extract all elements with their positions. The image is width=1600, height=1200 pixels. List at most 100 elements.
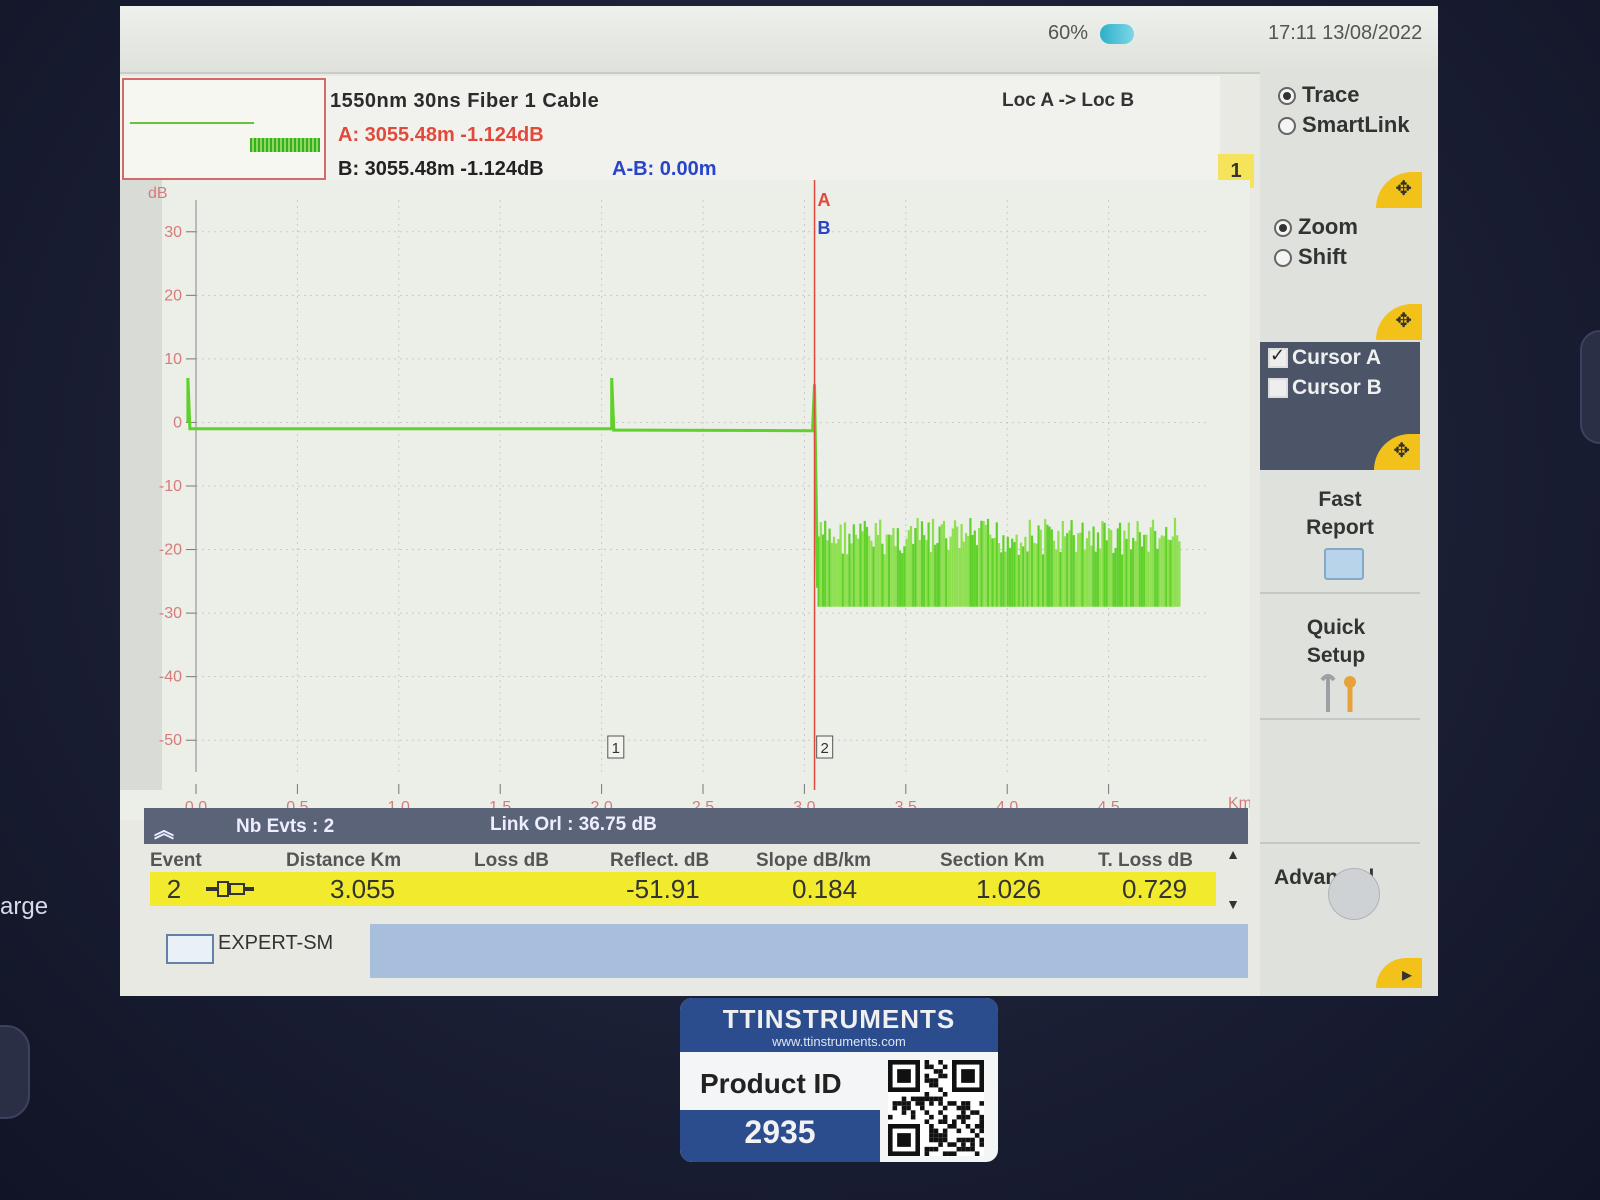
- right-hardware-knob[interactable]: [1580, 330, 1600, 444]
- event-section: 1.026: [976, 874, 1042, 904]
- status-message-bar: [370, 924, 1248, 978]
- y-tick-label: 10: [164, 351, 182, 368]
- clock-date: 17:11 13/08/2022: [1268, 22, 1423, 44]
- fast-report-label-line2: Report: [1306, 516, 1374, 539]
- y-tick-label: -40: [159, 669, 182, 686]
- cursor-label-a: A: [818, 190, 831, 210]
- y-tick-label: -50: [159, 732, 182, 749]
- trace-radio-label: Trace: [1302, 82, 1360, 107]
- col-section: Section Km: [940, 850, 1045, 871]
- radio-selected-icon: [1274, 219, 1292, 238]
- event-number: 2: [150, 872, 198, 906]
- checkbox-unchecked-icon: [1268, 378, 1288, 399]
- mode-label[interactable]: EXPERT-SM: [218, 932, 333, 955]
- y-tick-label: 20: [164, 287, 182, 304]
- cursor-delta-readout: A-B: 0.00m: [612, 158, 717, 180]
- col-distance: Distance Km: [286, 850, 402, 871]
- cursor-a-checkbox[interactable]: Cursor A: [1268, 345, 1382, 370]
- quick-setup-button[interactable]: Quick Setup: [1256, 614, 1416, 670]
- event-marker-label: 1: [612, 740, 620, 757]
- connector-event-icon: [206, 881, 254, 897]
- product-id-number: 2935: [744, 1114, 816, 1150]
- shift-radio-label: Shift: [1298, 244, 1347, 269]
- left-hardware-knob[interactable]: [0, 1025, 30, 1119]
- event-marker-label: 2: [821, 740, 829, 757]
- col-tloss: T. Loss dB: [1098, 850, 1194, 871]
- tools-icon: [1320, 674, 1356, 712]
- shift-radio[interactable]: Shift: [1274, 244, 1347, 270]
- radio-selected-icon: [1278, 87, 1296, 106]
- right-control-panel: Trace SmartLink ✥ Zoom Shift ✥ Cursor A …: [1260, 72, 1438, 996]
- event-slope: 0.184: [792, 874, 858, 904]
- qr-code-icon: [888, 1060, 984, 1156]
- thumbnail-noise-region: [250, 138, 320, 152]
- battery-percentage: 60%: [1048, 22, 1089, 44]
- next-page-icon[interactable]: ▸: [1376, 958, 1422, 988]
- y-tick-label: 0: [173, 414, 182, 431]
- otdr-mode-icon: [166, 934, 214, 964]
- panel-divider: [1260, 592, 1420, 594]
- navigate-pad-icon-1[interactable]: ✥: [1376, 172, 1422, 208]
- event-total-loss: 0.729: [1122, 874, 1188, 904]
- quick-setup-label-line2: Setup: [1306, 644, 1366, 667]
- events-table-header: ︽ Nb Evts : 2 Link Orl : 36.75 dB: [144, 808, 1248, 844]
- footer-bar: EXPERT-SM: [144, 920, 1248, 978]
- y-tick-label: 30: [164, 224, 182, 241]
- trace-radio[interactable]: Trace: [1278, 82, 1360, 108]
- scroll-up-arrow-icon[interactable]: ▲: [1222, 846, 1244, 868]
- otdr-screen: 60% 17:11 13/08/2022 1550nm 30ns Fiber 1…: [120, 6, 1438, 996]
- event-count: Nb Evts : 2: [236, 816, 335, 837]
- battery-icon: [1100, 24, 1134, 44]
- y-tick-label: -10: [159, 478, 182, 495]
- brand-name: TTINSTRUMENTS: [722, 1004, 956, 1034]
- report-icon: [1324, 548, 1364, 580]
- radio-unselected-icon: [1274, 249, 1292, 268]
- zoom-radio-label: Zoom: [1298, 214, 1358, 239]
- zoom-radio[interactable]: Zoom: [1274, 214, 1358, 240]
- smartlink-radio[interactable]: SmartLink: [1278, 112, 1410, 138]
- cursor-a-label: Cursor A: [1292, 346, 1382, 369]
- cursor-a-readout: A: 3055.48m -1.124dB: [338, 124, 544, 146]
- otdr-trace-chart[interactable]: 3020100-10-20-30-40-50dB0.00.51.01.52.02…: [120, 180, 1252, 820]
- fast-report-button[interactable]: Fast Report: [1260, 486, 1420, 542]
- col-loss: Loss dB: [474, 850, 549, 871]
- acquisition-parameters: 1550nm 30ns Fiber 1 Cable: [330, 90, 600, 112]
- product-id-label: Product ID: [700, 1068, 842, 1099]
- bezel-side-label: arge: [0, 893, 49, 920]
- radio-unselected-icon: [1278, 117, 1296, 136]
- event-reflectance: -51.91: [626, 874, 700, 904]
- col-event: Event: [150, 850, 202, 871]
- y-tick-label: -20: [159, 542, 182, 559]
- events-columns: Event Distance Km Loss dB Reflect. dB Sl…: [144, 846, 1234, 872]
- thumbnail-trace-line: [130, 122, 254, 124]
- trace-overview-thumbnail[interactable]: [122, 78, 326, 180]
- navigate-pad-icon-3[interactable]: ✥: [1374, 434, 1420, 470]
- panel-divider: [1260, 718, 1420, 720]
- trace-info-panel: 1550nm 30ns Fiber 1 Cable A: 3055.48m -1…: [120, 76, 1254, 188]
- status-bar: 60% 17:11 13/08/2022: [120, 6, 1438, 74]
- fast-report-label-line1: Fast: [1318, 488, 1362, 511]
- y-axis-label: dB: [148, 185, 168, 202]
- cursor-b-checkbox[interactable]: Cursor B: [1268, 376, 1382, 400]
- y-tick-label: -30: [159, 605, 182, 622]
- event-distance: 3.055: [330, 874, 396, 904]
- navigate-pad-icon-2[interactable]: ✥: [1376, 304, 1422, 340]
- link-direction: Loc A -> Loc B: [1002, 90, 1135, 111]
- cursor-selection-box: Cursor A Cursor B ✥: [1260, 342, 1420, 470]
- trace-plot: 3020100-10-20-30-40-50dB0.00.51.01.52.02…: [120, 180, 1252, 816]
- touch-indicator: [1328, 868, 1380, 920]
- scroll-down-arrow-icon[interactable]: ▼: [1222, 896, 1244, 918]
- collapse-chevron-icon[interactable]: ︽: [154, 814, 174, 843]
- col-reflect: Reflect. dB: [610, 850, 710, 871]
- cursor-label-b: B: [818, 218, 831, 238]
- product-id-sticker: TTINSTRUMENTS www.ttinstruments.com Prod…: [680, 998, 998, 1162]
- link-orl: Link Orl : 36.75 dB: [490, 814, 657, 835]
- checkbox-checked-icon: [1268, 345, 1288, 369]
- event-row[interactable]: 2 3.055 -51.91 0.184 1.026 0.729: [150, 872, 1216, 906]
- quick-setup-label-line1: Quick: [1306, 616, 1366, 639]
- brand-url: www.ttinstruments.com: [772, 1034, 906, 1049]
- cursor-b-readout: B: 3055.48m -1.124dB: [338, 158, 544, 180]
- col-slope: Slope dB/km: [756, 850, 872, 871]
- panel-divider: [1260, 842, 1420, 844]
- smartlink-radio-label: SmartLink: [1302, 112, 1410, 137]
